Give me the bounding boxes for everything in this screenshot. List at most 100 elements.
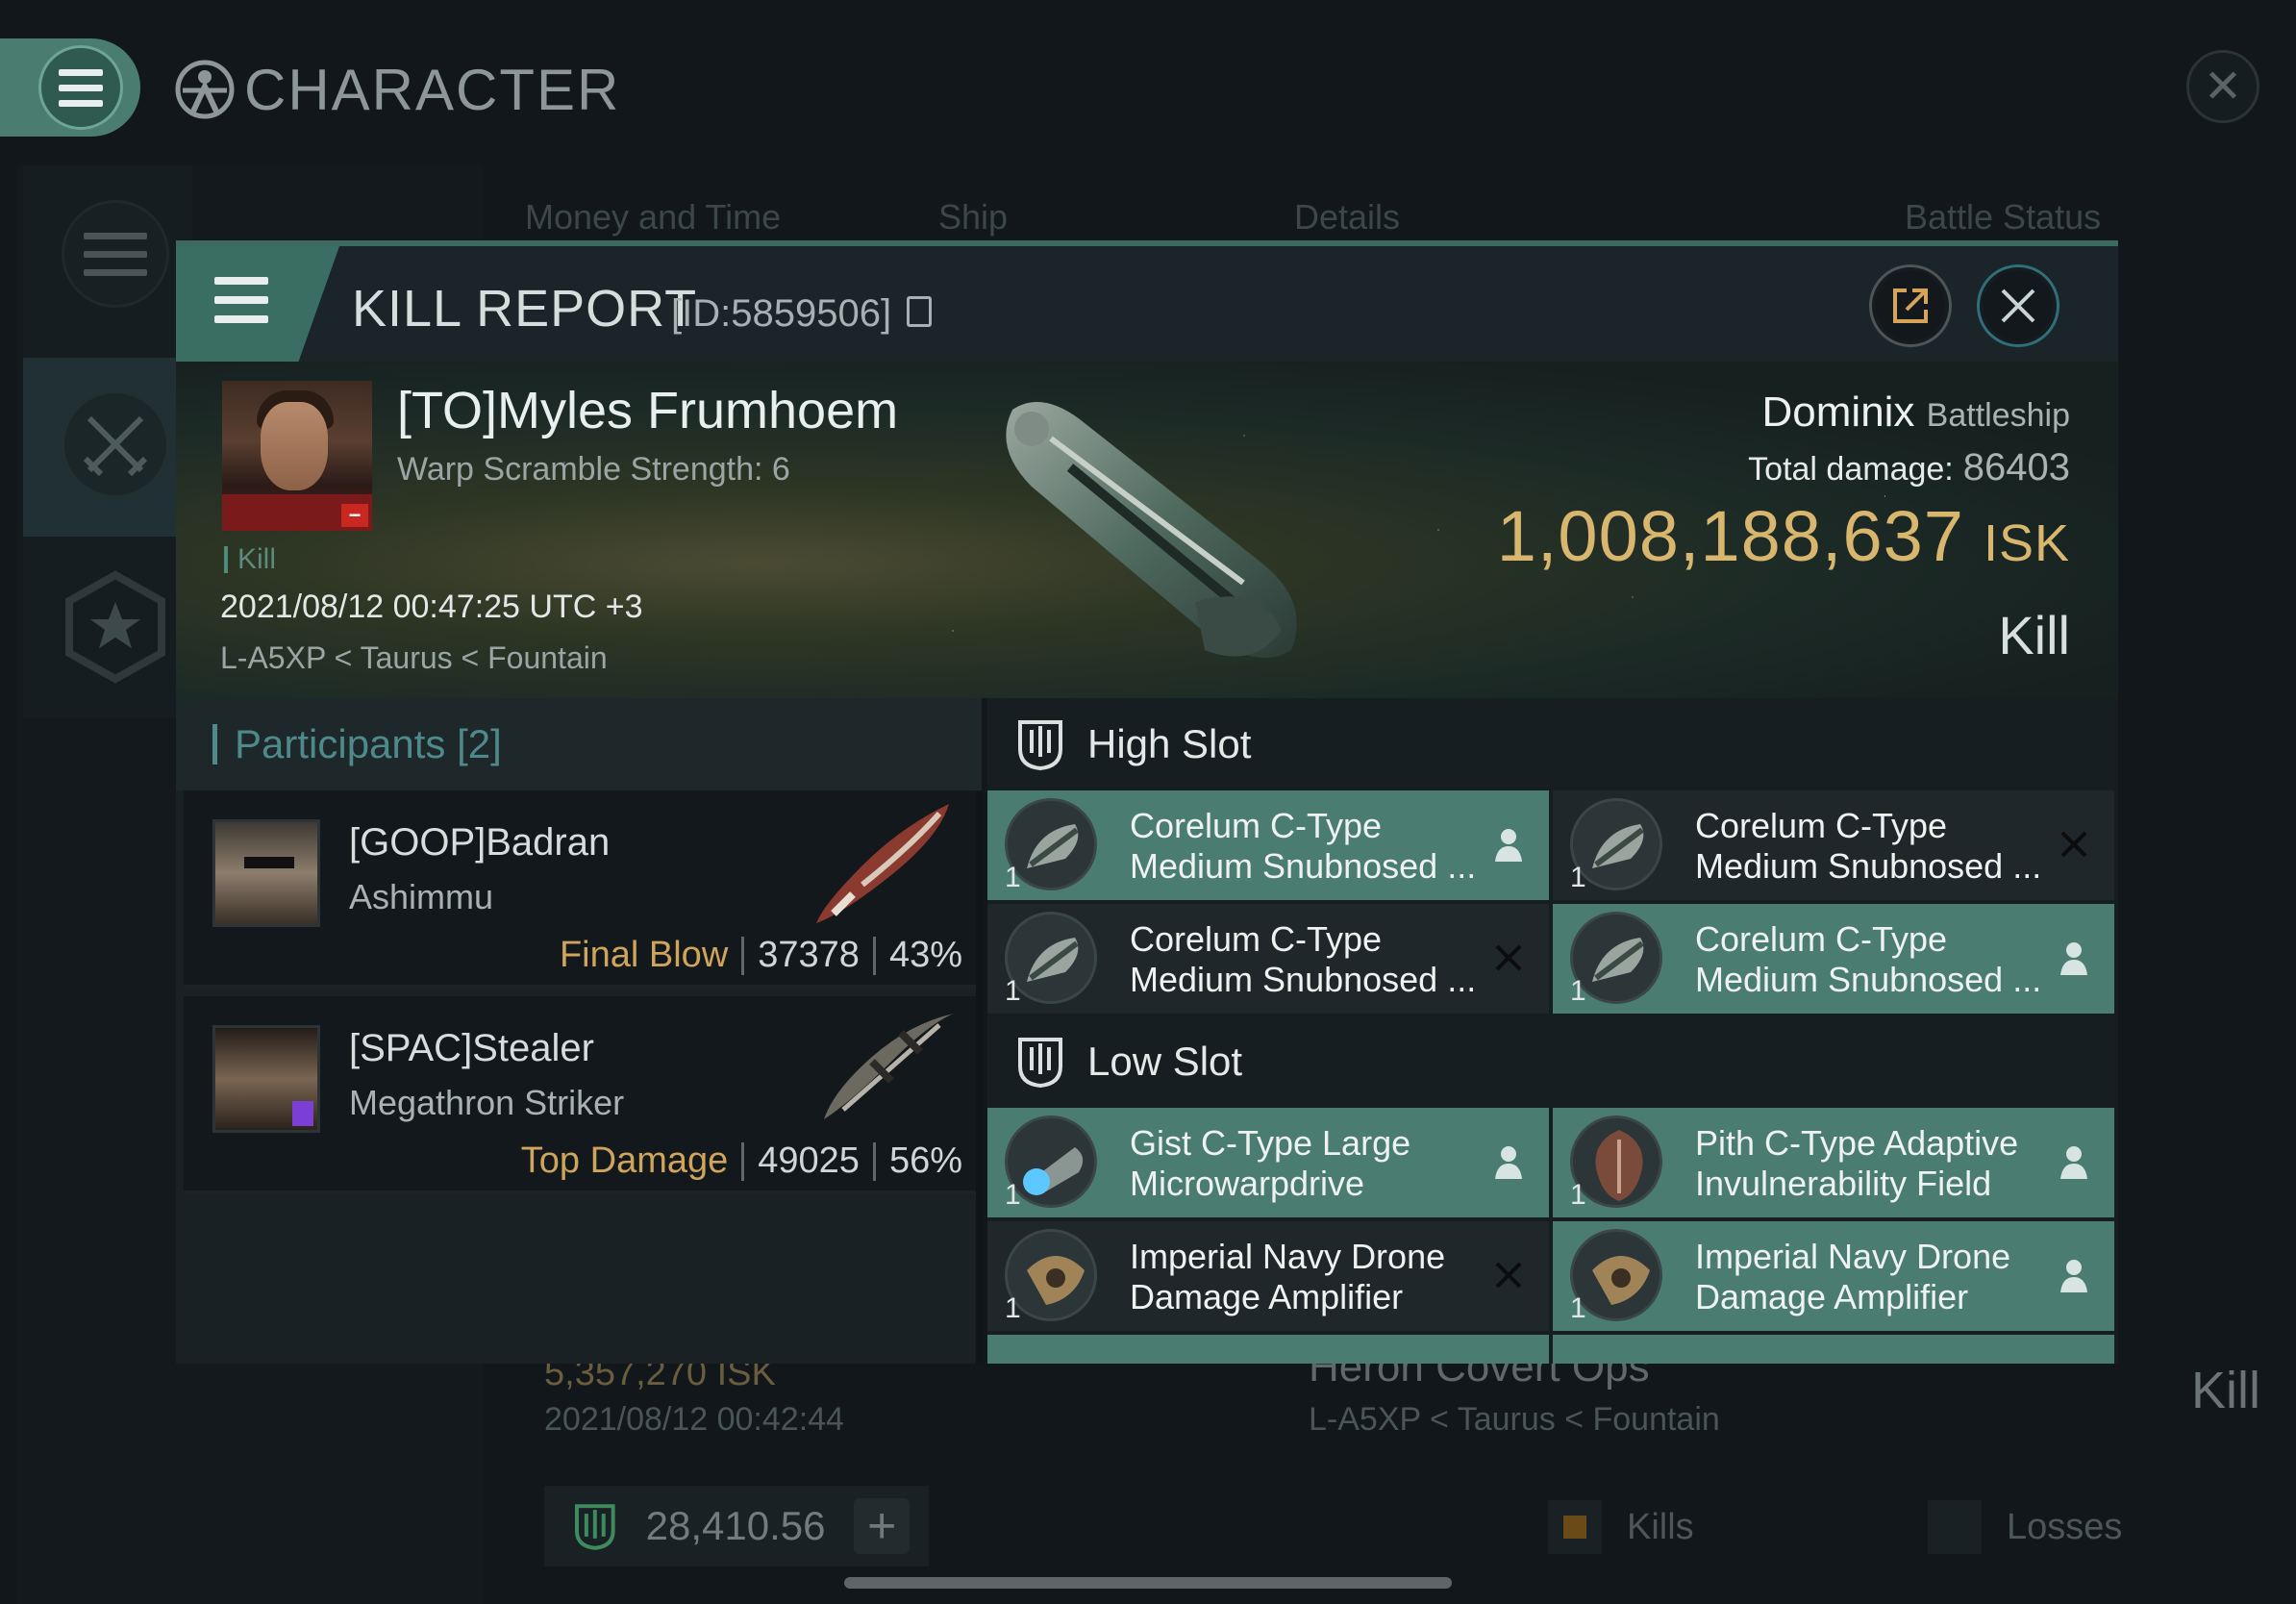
module-qty: 1 — [1570, 1179, 1586, 1211]
share-button[interactable] — [1872, 267, 1949, 344]
legend-kills-label: Kills — [1627, 1506, 1694, 1547]
copy-icon[interactable] — [907, 296, 932, 327]
participant-damage: 37378 — [758, 935, 860, 975]
module-item[interactable]: 1 Corelum C-Type Medium Snubnosed ... — [987, 904, 1549, 1014]
fitting-panel: High Slot 1 Corelum C-Type Medium Snubnos… — [987, 698, 2118, 1364]
module-name-line1: Corelum C-Type — [1695, 919, 1948, 959]
module-qty: 1 — [1005, 975, 1021, 1007]
nav-medals-button[interactable] — [58, 569, 173, 685]
module-name-line2: Medium Snubnosed ... — [1130, 846, 1477, 886]
close-icon — [2001, 288, 2035, 323]
participant-row[interactable]: [SPAC]Stealer Megathron Striker Top Dama… — [184, 996, 976, 1194]
participant-ship: Ashimmu — [349, 877, 494, 916]
module-name-line1: Gist C-Type Large — [1130, 1123, 1411, 1163]
module-item[interactable]: 1 Imperial Navy Drone Damage Amplifier — [1553, 1221, 2114, 1331]
participant-ship: Megathron Striker — [349, 1083, 625, 1122]
ashimmu-ship-image — [816, 804, 949, 923]
destroyed-x-icon — [1495, 944, 1522, 971]
total-damage-label: Total damage: — [1748, 451, 1954, 488]
module-qty: 1 — [1570, 862, 1586, 893]
ship-name[interactable]: Dominix — [1762, 388, 1915, 436]
menu-icon — [214, 277, 268, 323]
module-qty: 1 — [1570, 975, 1586, 1007]
module-item[interactable]: 1 Corelum C-Type Medium Snubnosed ... — [987, 790, 1549, 900]
module-name-line2: Damage Amplifier — [1130, 1277, 1404, 1316]
close-app-button[interactable]: ✕ — [2186, 50, 2259, 123]
plex-value: 28,410.56 — [645, 1503, 826, 1548]
row-result: Kill — [2190, 1362, 2260, 1419]
high-slot-title: High Slot — [1087, 721, 1252, 766]
isk-value: 1,008,188,637 — [1496, 496, 1964, 576]
module-qty: 1 — [1005, 1179, 1021, 1211]
module-qty: 1 — [1570, 1292, 1586, 1324]
kill-location[interactable]: L-A5XP < Taurus < Fountain — [220, 640, 608, 676]
kill-id: [ID:5859506] — [671, 292, 892, 335]
module-name-line1: Pith C-Type Adaptive — [1695, 1123, 2019, 1163]
module-item[interactable]: 1 Imperial Navy Drone Damage Amplifier — [987, 1221, 1549, 1331]
module-name-line2: Invulnerability Field — [1695, 1164, 1992, 1203]
participants-header[interactable]: Participants [2] — [176, 698, 982, 790]
ship-class: Battleship — [1926, 397, 2070, 434]
module-item-partial[interactable] — [1553, 1335, 2114, 1364]
participant-percent: 43% — [888, 935, 962, 975]
add-plex-button[interactable]: + — [854, 1498, 910, 1554]
participant-label: Top Damage — [520, 1140, 729, 1181]
victim-name[interactable]: [TO]Myles Frumhoem — [397, 381, 898, 440]
module-name-line1: Corelum C-Type — [1695, 806, 1948, 845]
dominix-ship-image[interactable] — [974, 381, 1339, 679]
module-name-line1: Imperial Navy Drone — [1130, 1237, 1446, 1276]
horizontal-scrollbar[interactable] — [844, 1577, 1452, 1589]
character-icon — [175, 60, 235, 119]
legend-kills: Kills — [1548, 1500, 1694, 1554]
list-icon — [84, 232, 147, 276]
legend-losses: Losses — [1928, 1500, 2122, 1554]
isk-unit: ISK — [1983, 514, 2070, 572]
close-modal-button[interactable] — [1980, 267, 2057, 344]
participant-row[interactable]: [GOOP]Badran Ashimmu Final Blow 37378 43… — [184, 790, 976, 989]
modal-title: KILL REPORT — [352, 280, 698, 338]
module-item[interactable]: 1 Pith C-Type Adaptive Invulnerability Fi… — [1553, 1108, 2114, 1217]
crossed-swords-icon — [83, 415, 148, 477]
module-item[interactable]: 1 Corelum C-Type Medium Snubnosed ... — [1553, 904, 2114, 1014]
participant-percent: 56% — [888, 1140, 962, 1181]
plex-balance: 28,410.56 + — [544, 1486, 929, 1566]
high-slot-icon — [1018, 720, 1062, 770]
kill-result: Kill — [1998, 605, 2070, 665]
module-qty: 1 — [1005, 862, 1021, 893]
nav-combat-button[interactable] — [62, 390, 169, 498]
plus-icon: + — [867, 1498, 897, 1554]
module-name-line1: Corelum C-Type — [1130, 919, 1383, 959]
participant-portrait — [212, 819, 320, 927]
row-location: L-A5XP < Taurus < Fountain — [1309, 1401, 1720, 1438]
module-name-line1: Imperial Navy Drone — [1695, 1237, 2011, 1276]
module-qty: 1 — [1005, 1292, 1021, 1324]
tab-battle-status[interactable]: Battle Status — [1905, 197, 2101, 238]
star-icon — [65, 570, 165, 684]
app-title-text: CHARACTER — [244, 57, 621, 122]
nav-list-button[interactable] — [62, 200, 169, 308]
minus-badge-icon: − — [341, 503, 368, 527]
low-slot-title: Low Slot — [1087, 1039, 1243, 1084]
module-item-partial[interactable] — [987, 1335, 1549, 1364]
victim-portrait[interactable]: − — [222, 381, 372, 531]
row-date: 2021/08/12 00:42:44 — [544, 1401, 844, 1438]
modal-header: KILL REPORT [ID:5859506] — [176, 240, 2118, 362]
main-menu-button[interactable] — [0, 38, 140, 137]
module-name-line2: Medium Snubnosed ... — [1130, 960, 1477, 999]
high-slot-header: High Slot — [987, 698, 2118, 790]
tab-ship[interactable]: Ship — [938, 197, 1008, 238]
dropped-person-icon — [2060, 1260, 2087, 1292]
close-icon: ✕ — [2203, 62, 2243, 113]
loss-summary: Dominix Battleship Total damage: 86403 1,… — [1497, 388, 2070, 666]
participant-portrait — [212, 1025, 320, 1133]
tab-details[interactable]: Details — [1294, 197, 1400, 238]
modal-menu-button[interactable] — [176, 246, 339, 362]
total-damage-value: 86403 — [1962, 446, 2070, 489]
low-slot-header: Low Slot — [987, 1015, 2118, 1108]
legend-losses-label: Losses — [2007, 1506, 2123, 1547]
external-link-icon — [1893, 288, 1928, 323]
module-item[interactable]: 1 Gist C-Type Large Microwarpdrive — [987, 1108, 1549, 1217]
tab-money-time[interactable]: Money and Time — [525, 197, 781, 238]
module-name-line2: Microwarpdrive — [1130, 1164, 1365, 1203]
module-item[interactable]: 1 Corelum C-Type Medium Snubnosed ... — [1553, 790, 2114, 900]
